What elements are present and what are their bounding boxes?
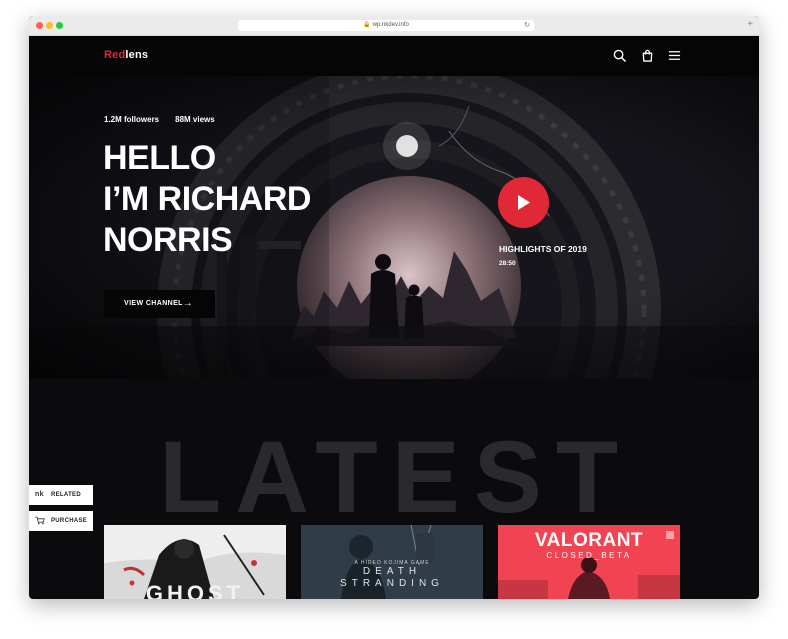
game-card-valorant[interactable]: VALORANT CLOSED_BETA (498, 525, 680, 599)
ghost-title: GHOST (145, 581, 245, 599)
minimize-window-button[interactable] (46, 22, 53, 29)
cart-icon (35, 511, 45, 534)
channel-stats: 1.2M followers 88M views (104, 115, 231, 124)
site-header: Redlens (29, 36, 759, 76)
headline-line-3: NORRIS (103, 221, 233, 259)
purchase-label: PURCHASE (51, 518, 88, 524)
headline-line-2: I’M RICHARD (103, 180, 311, 218)
highlight-duration: 28:50 (499, 260, 516, 267)
death-stranding-title-2: STRANDING (340, 578, 444, 589)
browser-window: 🔒 wp.nkdev.info ↻ + Redlens 1.2M followe… (29, 16, 759, 599)
arrow-right-icon: → (182, 298, 193, 309)
views-count: 88M views (175, 115, 215, 124)
death-stranding-title: DEATH (362, 566, 422, 577)
purchase-button[interactable]: PURCHASE (29, 511, 93, 531)
search-icon[interactable] (613, 49, 626, 62)
menu-icon[interactable] (668, 49, 682, 62)
nk-logo-icon: nk (35, 491, 44, 498)
followers-count: 1.2M followers (104, 115, 160, 124)
url-text: wp.nkdev.info (372, 22, 409, 28)
game-card-ghost[interactable]: GHOST (104, 525, 286, 599)
cart-icon[interactable] (641, 49, 654, 62)
valorant-subtitle: CLOSED_BETA (546, 551, 632, 560)
close-window-button[interactable] (36, 22, 43, 29)
reload-icon[interactable]: ↻ (524, 20, 530, 31)
latest-watermark: LATEST (159, 420, 633, 534)
new-tab-icon[interactable]: + (747, 19, 753, 31)
browser-toolbar: 🔒 wp.nkdev.info ↻ + (29, 16, 759, 36)
highlight-title[interactable]: HIGHLIGHTS OF 2019 (499, 244, 587, 254)
valorant-title: VALORANT (534, 530, 644, 551)
view-channel-button[interactable]: VIEW CHANNEL → (104, 290, 215, 318)
hero-headline: HELLO I’M RICHARD NORRIS (103, 138, 343, 261)
address-bar[interactable]: 🔒 wp.nkdev.info ↻ (238, 20, 534, 31)
related-button[interactable]: nk RELATED (29, 485, 93, 505)
related-label: RELATED (51, 492, 81, 498)
play-icon (518, 195, 530, 210)
site-logo[interactable]: Redlens (104, 49, 148, 61)
hero-section: 1.2M followers 88M views HELLO I’M RICHAR… (29, 76, 759, 379)
lock-icon: 🔒 (363, 22, 371, 28)
view-channel-label: VIEW CHANNEL (124, 300, 183, 307)
headline-line-1: HELLO (103, 139, 216, 177)
play-video-button[interactable] (498, 177, 549, 228)
game-card-death-stranding[interactable]: A HIDEO KOJIMA GAME DEATH STRANDING (301, 525, 483, 599)
maximize-window-button[interactable] (56, 22, 63, 29)
